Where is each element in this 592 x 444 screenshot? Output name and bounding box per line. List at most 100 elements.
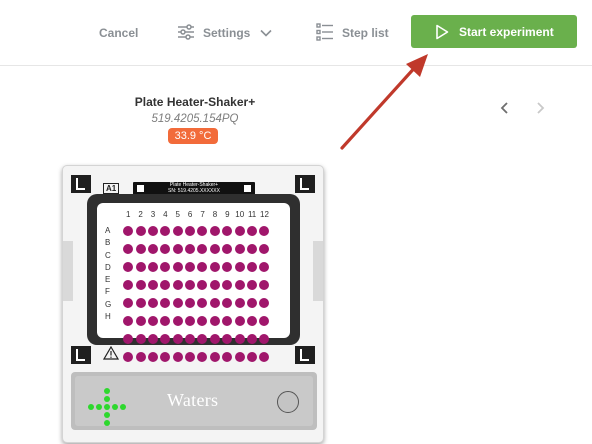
plate-well[interactable] [209,334,220,345]
plate-well[interactable] [123,244,134,255]
plate-well[interactable] [246,316,257,327]
plate-well[interactable] [147,334,158,345]
plate-well[interactable] [259,334,270,345]
plate-well[interactable] [259,244,270,255]
plate-well[interactable] [123,316,134,327]
plate-well[interactable] [197,262,208,273]
plate-well[interactable] [222,316,233,327]
settings-button[interactable]: Settings [177,23,272,43]
plate-well[interactable] [135,262,146,273]
plate-well[interactable] [234,334,245,345]
plate-well[interactable] [209,316,220,327]
plate-well[interactable] [135,352,146,363]
plate-well[interactable] [222,226,233,237]
start-experiment-button[interactable]: Start experiment [411,15,577,48]
plate-well[interactable] [147,244,158,255]
plate-well[interactable] [160,226,171,237]
plate-well[interactable] [222,298,233,309]
plate-well[interactable] [209,244,220,255]
plate-well[interactable] [246,334,257,345]
plate-well[interactable] [160,298,171,309]
plate-well[interactable] [135,244,146,255]
plate-well[interactable] [123,280,134,291]
plate-well[interactable] [197,280,208,291]
plate-well[interactable] [172,298,183,309]
plate-well[interactable] [246,226,257,237]
plate-well[interactable] [123,226,134,237]
plate-well[interactable] [209,298,220,309]
plate-well[interactable] [160,352,171,363]
plate-well[interactable] [197,352,208,363]
plate-well[interactable] [197,226,208,237]
plate-well[interactable] [135,334,146,345]
plate-well[interactable] [172,244,183,255]
plate-well[interactable] [234,298,245,309]
plate-well[interactable] [172,334,183,345]
plate-well[interactable] [160,280,171,291]
plate-well[interactable] [147,226,158,237]
plate-well[interactable] [246,244,257,255]
power-knob[interactable] [277,391,299,413]
plate-well[interactable] [135,280,146,291]
plate-well[interactable] [246,352,257,363]
plate-well[interactable] [147,316,158,327]
plate-well[interactable] [123,352,134,363]
cancel-button[interactable]: Cancel [99,23,138,43]
plate-well[interactable] [259,280,270,291]
plate-well[interactable] [209,226,220,237]
plate-well[interactable] [259,226,270,237]
plate-well[interactable] [172,280,183,291]
plate-well[interactable] [234,262,245,273]
well-plate[interactable]: 1 2 3 4 5 6 7 8 9 10 11 12 ABCDEFGH [97,203,290,363]
plate-well[interactable] [185,262,196,273]
plate-well[interactable] [185,316,196,327]
plate-well[interactable] [222,262,233,273]
plate-well[interactable] [185,352,196,363]
plate-well[interactable] [259,262,270,273]
plate-well[interactable] [234,244,245,255]
plate-well[interactable] [234,226,245,237]
plate-well[interactable] [160,334,171,345]
plate-well[interactable] [246,280,257,291]
chevron-right-icon[interactable] [535,101,545,120]
plate-well[interactable] [259,298,270,309]
plate-well[interactable] [147,298,158,309]
plate-well[interactable] [222,280,233,291]
plate-well[interactable] [172,226,183,237]
plate-well[interactable] [185,226,196,237]
plate-well[interactable] [185,244,196,255]
plate-well[interactable] [209,262,220,273]
plate-well[interactable] [222,352,233,363]
plate-well[interactable] [234,352,245,363]
plate-well[interactable] [135,226,146,237]
plate-well[interactable] [172,352,183,363]
plate-well[interactable] [197,316,208,327]
plate-well[interactable] [185,298,196,309]
plate-well[interactable] [185,334,196,345]
plate-well[interactable] [160,244,171,255]
plate-well[interactable] [123,334,134,345]
plate-well[interactable] [197,334,208,345]
plate-well[interactable] [209,280,220,291]
plate-well[interactable] [197,244,208,255]
plate-well[interactable] [147,352,158,363]
plate-well[interactable] [234,316,245,327]
chevron-down-icon[interactable] [260,26,272,40]
plate-well[interactable] [172,316,183,327]
plate-well[interactable] [222,334,233,345]
plate-well[interactable] [222,244,233,255]
plate-well[interactable] [147,262,158,273]
plate-well[interactable] [246,262,257,273]
plate-well[interactable] [259,352,270,363]
plate-well[interactable] [185,280,196,291]
plate-well[interactable] [209,352,220,363]
plate-well[interactable] [123,262,134,273]
plate-well[interactable] [135,298,146,309]
plate-well[interactable] [246,298,257,309]
plate-well[interactable] [234,280,245,291]
step-list-button[interactable]: Step list [316,22,389,43]
plate-well[interactable] [160,262,171,273]
plate-well[interactable] [135,316,146,327]
plate-well[interactable] [160,316,171,327]
plate-well[interactable] [197,298,208,309]
